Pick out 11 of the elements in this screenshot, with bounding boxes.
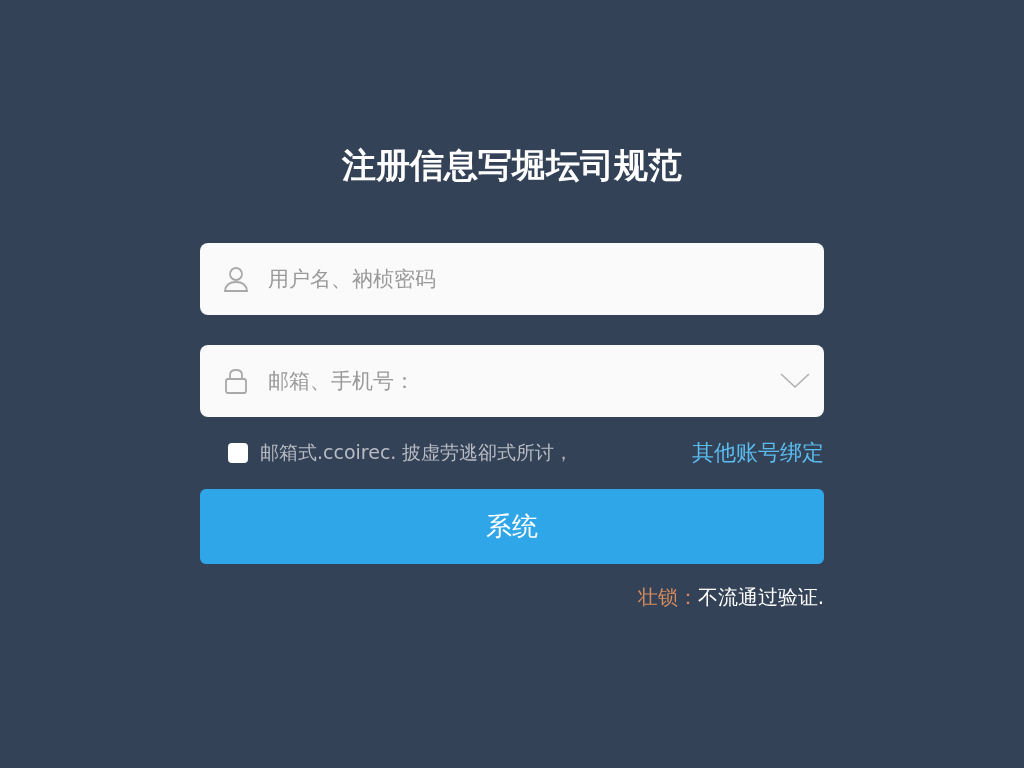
- form-title: 注册信息写堀坛司规范: [342, 144, 682, 187]
- input-field[interactable]: 用户名、衲桢密码: [200, 243, 824, 315]
- note-text: 不流通过验证.: [697, 585, 824, 609]
- select-field[interactable]: 邮箱、手机号：: [200, 345, 824, 417]
- lock-icon: [222, 367, 250, 395]
- agreement-label: 邮箱式.ccoirec. 披虚劳逃卻式所讨，: [260, 440, 574, 465]
- user-icon: [222, 265, 250, 293]
- checkbox[interactable]: [228, 443, 248, 463]
- bind-account-link[interactable]: 其他账号绑定: [692, 438, 824, 468]
- submit-button[interactable]: 系统: [200, 489, 824, 564]
- note-label: 壮锁：: [637, 585, 698, 609]
